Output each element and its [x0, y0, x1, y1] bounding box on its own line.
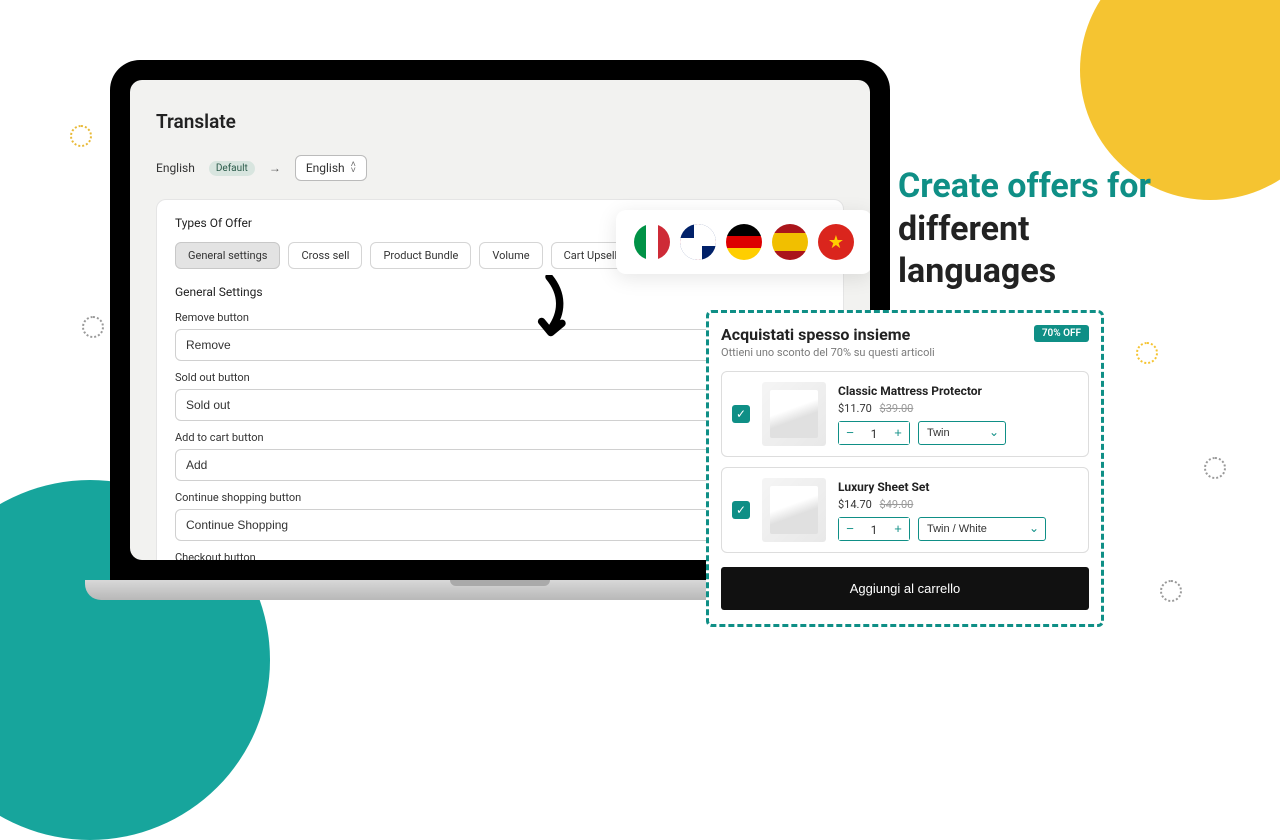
- qty-minus-button[interactable]: −: [839, 422, 861, 444]
- add-to-cart-button[interactable]: Aggiungi al carrello: [721, 567, 1089, 610]
- product-price: $14.70: [838, 498, 872, 511]
- qty-plus-button[interactable]: +: [887, 518, 909, 540]
- tab-general-settings[interactable]: General settings: [175, 242, 280, 269]
- quantity-stepper: − 1 +: [838, 517, 910, 541]
- chevron-updown-icon: ˄˅: [351, 162, 356, 174]
- discount-badge: 70% OFF: [1034, 325, 1089, 342]
- default-badge: Default: [209, 161, 255, 176]
- widget-title: Acquistati spesso insieme: [721, 325, 910, 344]
- flag-spain-icon: [772, 224, 808, 260]
- language-row: English Default → English ˄˅: [156, 155, 844, 181]
- decor-dotted-circle: [1136, 342, 1158, 364]
- product-row: ✓ Luxury Sheet Set $14.70 $49.00 − 1 + T…: [721, 467, 1089, 553]
- target-language-select[interactable]: English ˄˅: [295, 155, 367, 181]
- source-language: English: [156, 161, 195, 175]
- product-checkbox[interactable]: ✓: [732, 501, 750, 519]
- product-checkbox[interactable]: ✓: [732, 405, 750, 423]
- product-thumbnail: [762, 382, 826, 446]
- general-settings-heading: General Settings: [175, 285, 825, 299]
- flag-germany-icon: [726, 224, 762, 260]
- quantity-stepper: − 1 +: [838, 421, 910, 445]
- flag-italy-icon: [634, 224, 670, 260]
- qty-value: 1: [861, 518, 887, 540]
- decor-dotted-circle: [1204, 457, 1226, 479]
- tab-volume[interactable]: Volume: [479, 242, 542, 269]
- arrow-right-icon: →: [269, 161, 281, 175]
- target-language-value: English: [306, 161, 345, 175]
- flags-card: ★: [616, 210, 870, 274]
- widget-subtitle: Ottieni uno sconto del 70% su questi art…: [721, 346, 1089, 359]
- curved-arrow-icon: [530, 275, 568, 340]
- qty-minus-button[interactable]: −: [839, 518, 861, 540]
- headline: Create offers for different languages: [898, 165, 1151, 293]
- decor-dotted-circle: [82, 316, 104, 338]
- product-compare-price: $49.00: [880, 498, 914, 511]
- product-compare-price: $39.00: [880, 402, 914, 415]
- variant-select[interactable]: Twin / White: [918, 517, 1046, 541]
- product-price: $11.70: [838, 402, 872, 415]
- product-thumbnail: [762, 478, 826, 542]
- qty-plus-button[interactable]: +: [887, 422, 909, 444]
- headline-line1: Create offers for: [898, 166, 1151, 206]
- qty-value: 1: [861, 422, 887, 444]
- product-name: Classic Mattress Protector: [838, 384, 1078, 398]
- headline-line3: languages: [898, 251, 1056, 291]
- headline-line2: different: [898, 209, 1030, 249]
- product-row: ✓ Classic Mattress Protector $11.70 $39.…: [721, 371, 1089, 457]
- variant-select[interactable]: Twin: [918, 421, 1006, 445]
- flag-vietnam-icon: ★: [818, 224, 854, 260]
- page-title: Translate: [156, 110, 844, 133]
- offer-widget: Acquistati spesso insieme 70% OFF Ottien…: [706, 310, 1104, 627]
- tab-cross-sell[interactable]: Cross sell: [288, 242, 362, 269]
- flag-uk-icon: [680, 224, 716, 260]
- decor-dotted-circle: [1160, 580, 1182, 602]
- product-name: Luxury Sheet Set: [838, 480, 1078, 494]
- decor-dotted-circle: [70, 125, 92, 147]
- tab-product-bundle[interactable]: Product Bundle: [370, 242, 471, 269]
